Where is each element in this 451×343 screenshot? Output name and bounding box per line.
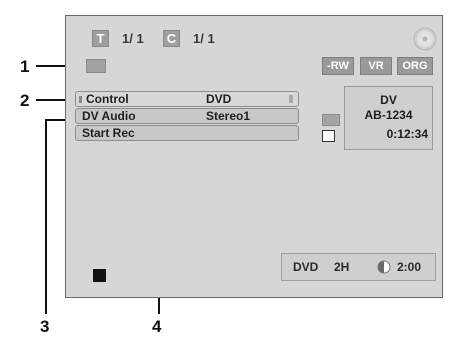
format-tag-rw: -RW [322,57,354,75]
dv-info-box: DV AB-1234 0:12:34 [344,86,433,150]
chapter-indicator-icon: C [163,30,180,47]
dv-timecode: 0:12:34 [386,127,428,141]
chapter-number: 1/ 1 [193,31,215,46]
remaining-time-icon [377,260,391,274]
menu-row-value: Stereo1 [206,109,251,123]
status-media: DVD [293,260,319,274]
status-remaining-time: 2:00 [397,260,422,274]
dv-info-title: DV [380,93,397,107]
callout-3: 3 [40,317,50,336]
menu-row-start-rec[interactable]: Start Rec [75,125,299,141]
dv-stop-indicator-icon [322,130,335,142]
menu-row-dv-audio[interactable]: DV Audio Stereo1 [75,108,299,124]
menu-row-label: DV Audio [82,109,136,123]
status-bar: DVD 2H 2:00 [281,253,436,281]
dv-device-id: AB-1234 [364,108,413,122]
row-end-marker [289,95,293,103]
format-tag-org: ORG [397,57,433,75]
callout-2: 2 [20,91,30,110]
menu-row-label: Control [86,92,129,106]
format-tag-vr: VR [360,57,392,75]
title-number: 1/ 1 [122,31,144,46]
menu-row-label: Start Rec [82,126,135,140]
status-record-mode: 2H [334,260,350,274]
row-marker [79,96,82,103]
callout-1: 1 [20,57,30,76]
playback-status-icon [86,59,106,73]
callout-4: 4 [152,317,162,336]
stop-icon [93,269,106,282]
menu-row-value: DVD [206,92,232,106]
callout-3-leader-vertical [45,119,47,314]
dv-connection-icon [322,114,340,126]
disc-icon [413,27,437,51]
menu-row-control[interactable]: Control DVD [75,91,299,107]
title-indicator-icon: T [92,30,109,47]
